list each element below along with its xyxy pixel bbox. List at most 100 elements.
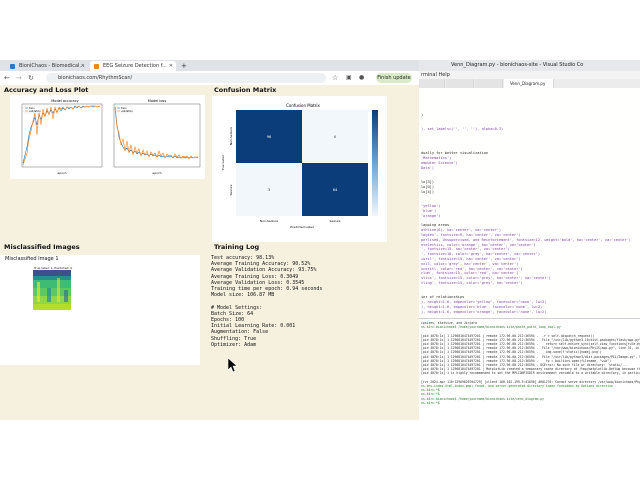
cm-ylabel: True Label <box>221 155 225 172</box>
editor-tab-venn-diagram[interactable]: Venn_Diagram.py <box>504 79 554 88</box>
training-log-heading: Training Log <box>214 243 260 251</box>
vscode-title-bar: Venn_Diagram.py - bionichaos-site - Visu… <box>419 60 640 71</box>
browser-tab-eeg[interactable]: EEG Seizure Detection f... ✕ <box>90 61 176 71</box>
code-line: ntelectiis, color='orange', ha='center',… <box>421 242 536 247</box>
code-line: lo[4]) <box>421 189 434 194</box>
vscode-window: Venn_Diagram.py - bionichaos-site - Visu… <box>419 60 640 420</box>
code-line: ), set_labels=('', '', ''), alpha=0.3) <box>421 127 504 132</box>
browser-tab-bionichaos[interactable]: BioniChaos - Biomedical... ✕ <box>6 61 88 71</box>
training-log: Test accuracy: 98.13% Average Training Ac… <box>211 255 411 348</box>
code-line: ', fontsize=15, ha='center', va='center'… <box>421 247 510 252</box>
code-line: ier of relationships <box>421 295 465 300</box>
forward-icon[interactable]: → <box>16 73 22 83</box>
accuracy-loss-plots: Model accuracy train validation epoch Mo… <box>21 99 201 175</box>
acc-plot-xlabel: epoch <box>57 171 66 175</box>
loss-validation-line <box>114 108 198 160</box>
vscode-editor-tabs: Venn_Diagram.py <box>419 79 640 88</box>
cm-value-tn: 96 <box>267 135 271 139</box>
accuracy-loss-panel: Model accuracy train validation epoch Mo… <box>10 95 205 179</box>
loss-plot-title: Model loss <box>148 99 167 103</box>
loss-train-line <box>114 106 199 159</box>
misclassified-heading: Misclassified Images <box>4 243 80 251</box>
terminal-line: ns-bny-index.html,index.php) found, and … <box>421 384 613 388</box>
reload-icon[interactable]: ↻ <box>28 73 34 83</box>
code-line: uceritl, color='red', ha='center', va='c… <box>421 266 523 271</box>
code-line: 'Mathematics') <box>421 156 452 161</box>
code-line: ', fontsize=10, color='grey', ha='center… <box>421 252 540 257</box>
code-line: 'orange') <box>421 213 441 218</box>
code-line: ncil, color='grey', ha='center', va='cen… <box>421 261 519 266</box>
code-line: 'yellow') <box>421 204 441 209</box>
code-line: lo[3]) <box>421 180 434 185</box>
code-line: Data') <box>421 165 434 170</box>
cm-xlabel: Predicted Label <box>290 225 313 229</box>
acc-plot-title: Model accuracy <box>51 99 78 103</box>
editor-tab-3[interactable] <box>475 79 503 88</box>
code-line: ), height=1.6, edgecolor='blue', facecol… <box>421 305 543 309</box>
tab-label: EEG Seizure Detection f... <box>103 63 167 69</box>
cm-ytick-1: Seizure <box>229 184 233 195</box>
cm-value-fp: 0 <box>334 135 336 139</box>
training-log-line: Optimizer: Adam <box>211 341 257 348</box>
accuracy-loss-heading: Accuracy and Loss Plot <box>4 86 89 94</box>
close-tab-icon[interactable]: ✕ <box>169 61 173 71</box>
terminal-panel[interactable]: ipsizes, statsize, and Jinjara ns-k4rc:bi… <box>419 318 640 420</box>
acc-legend-validation: validation <box>29 110 41 113</box>
finish-update-label: Finish update <box>377 75 411 81</box>
editor-tab-2[interactable] <box>446 79 474 88</box>
mouse-cursor-icon <box>228 358 238 373</box>
code-line: tling', fontsize=15, color='grey', ha='c… <box>421 281 523 285</box>
misclassified-image-label: Misclassified Image 1 <box>5 256 59 262</box>
finish-update-button[interactable]: Finish update <box>376 73 412 83</box>
profile-icon[interactable]: ● <box>359 73 364 83</box>
code-editor[interactable]: ) ), set_labels=('', '', ''), alpha=0.3) d… <box>419 88 640 318</box>
code-line: stics', fontsize=15, color='grey', ha='c… <box>421 276 551 281</box>
browser-tab-bar: BioniChaos - Biomedical... ✕ EEG Seizure… <box>0 60 419 71</box>
vscode-menu-terminal-help[interactable]: rminal Help <box>421 71 450 79</box>
code-line: logies', fontsize=9, ha='center', va='ce… <box>421 233 521 237</box>
new-tab-button[interactable]: + <box>178 61 190 71</box>
url-text: bionichaos.com/RhythmScan/ <box>58 75 133 81</box>
bionichaos-favicon-icon <box>10 64 15 69</box>
confusion-matrix-plot: Confusion Matrix 96 0 3 64 Non-Seizure S… <box>221 103 378 229</box>
code-line: rlum', fontsize=15, color='red', ha='cen… <box>421 271 519 276</box>
terminal-line: [pid 4070:1x] 1 is highly recommended to… <box>421 371 640 376</box>
cm-xtick-0: Non-Seizure <box>260 219 278 223</box>
editor-tab-1[interactable] <box>419 79 445 88</box>
cm-ytick-0: Non-Seizure <box>229 127 233 145</box>
vscode-menu-bar: rminal Help <box>419 71 640 79</box>
url-input[interactable]: bionichaos.com/RhythmScan/ <box>46 73 326 83</box>
back-icon[interactable]: ← <box>4 73 10 83</box>
page-content: Accuracy and Loss Plot Model accuracy tr… <box>0 85 419 420</box>
cm-xtick-1: Seizure <box>329 219 340 223</box>
extension-icon[interactable]: ▣ <box>346 73 352 83</box>
cm-value-tp: 64 <box>333 188 338 192</box>
cm-title: Confusion Matrix <box>286 103 320 108</box>
code-line: ), height=1.6, edgecolor='orange', facec… <box>421 309 547 314</box>
eeg-favicon-icon <box>94 64 99 69</box>
code-line: ), height=1.6, edgecolor='yellow', facec… <box>421 300 547 305</box>
misclassified-panel: Misclassified Image 1 True label: 1, Pre… <box>0 255 200 365</box>
code-line: omputer Science') <box>421 161 458 165</box>
tab-label: BioniChaos - Biomedical... <box>19 63 85 69</box>
address-bar: ← → ↻ bionichaos.com/RhythmScan/ ☆ ▣ ● F… <box>0 71 419 86</box>
confusion-matrix-panel: Confusion Matrix 96 0 3 64 Non-Seizure S… <box>212 96 387 242</box>
terminal-line: ns-k4rc:bionichaos$ /home/yourname/bioni… <box>421 325 561 330</box>
code-line: ) <box>421 113 424 117</box>
vscode-title: Venn_Diagram.py - bionichaos-site - Visu… <box>451 62 584 68</box>
misclassified-spectrogram <box>33 270 71 310</box>
code-line: iuril', fontsize=15, ha='center', va='ce… <box>421 257 521 261</box>
code-line: lo[0]) <box>421 185 434 189</box>
code-line: lapping areas <box>421 223 450 228</box>
code-line: 'blue') <box>421 209 437 213</box>
browser-window: BioniChaos - Biomedical... ✕ EEG Seizure… <box>0 60 419 420</box>
close-tab-icon[interactable]: ✕ <box>81 61 85 71</box>
acc-validation-line <box>22 105 101 166</box>
star-icon[interactable]: ☆ <box>332 73 338 83</box>
cm-value-fn: 3 <box>268 188 270 192</box>
code-line: dually for better visualization <box>421 151 489 156</box>
code-line: athline(6), ha='center', va='center') <box>421 228 502 233</box>
cm-colorbar <box>372 110 378 216</box>
code-line: perlised, Unsupervised, and Reinforcemen… <box>421 237 631 242</box>
confusion-matrix-heading: Confusion Matrix <box>214 86 277 94</box>
